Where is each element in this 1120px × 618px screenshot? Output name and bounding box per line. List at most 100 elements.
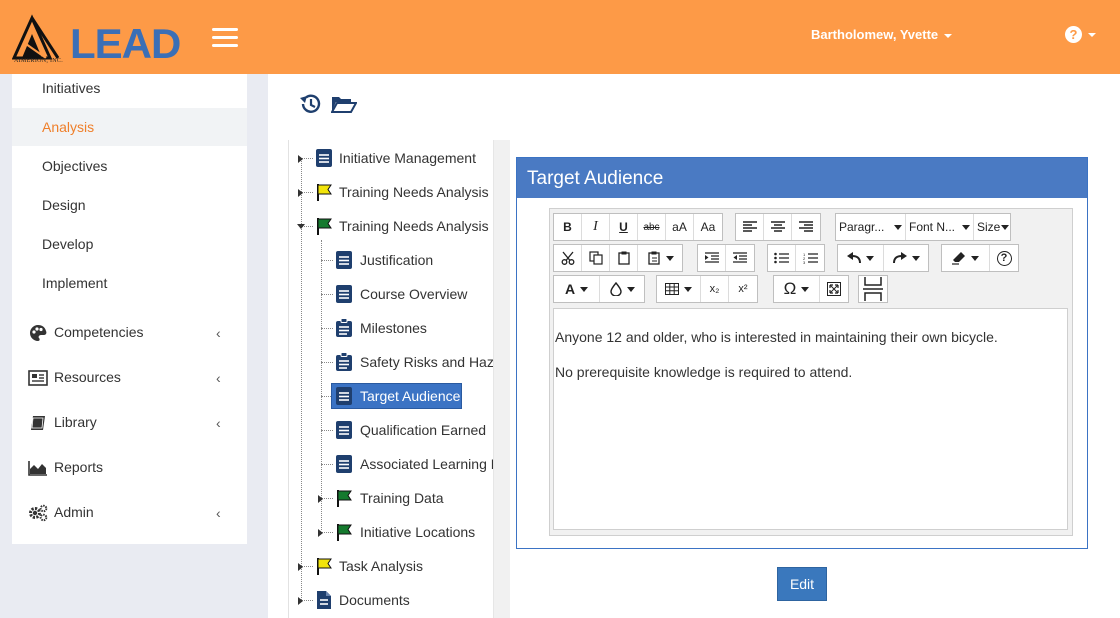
outdent-button[interactable] [726, 245, 754, 271]
tree-node-label: Milestones [360, 320, 427, 336]
align-right-button[interactable] [792, 214, 820, 240]
caret-down-icon [866, 255, 874, 261]
redo-button[interactable] [884, 245, 928, 271]
caret-down-icon [665, 255, 674, 261]
newspaper-icon [28, 370, 48, 386]
special-character-dropdown[interactable]: Ω [774, 276, 820, 302]
font-size-dropdown[interactable]: Size [974, 214, 1010, 240]
fullscreen-button[interactable] [820, 276, 848, 302]
tree-connector [321, 362, 333, 363]
align-left-button[interactable] [736, 214, 764, 240]
indent-toolbar-group [697, 244, 755, 272]
sidebar-item-implement[interactable]: Implement [12, 264, 247, 302]
format-toolbar-group: B I U abc aA Aa [553, 213, 723, 241]
expand-arrow-icon[interactable] [298, 597, 303, 605]
tree-node-label: Target Audience [360, 388, 461, 404]
layout-toolbar-group [858, 275, 888, 303]
tree-scrollbar[interactable] [493, 140, 510, 618]
green-flag-icon [337, 524, 352, 541]
menu-toggle-button[interactable] [212, 28, 238, 48]
sidebar-item-admin[interactable]: Admin ‹ [12, 493, 247, 531]
collapse-arrow-icon[interactable] [297, 224, 305, 229]
sidebar-item-develop[interactable]: Develop [12, 225, 247, 263]
indent-button[interactable] [698, 245, 726, 271]
sidebar-item-analysis[interactable]: Analysis [12, 108, 247, 146]
clear-formatting-button[interactable] [942, 245, 990, 271]
tree-node-label: Qualification Earned [360, 422, 487, 438]
bullet-list-button[interactable] [768, 245, 796, 271]
sidebar-item-label: Competencies [54, 324, 144, 340]
underline-button[interactable]: U [610, 214, 638, 240]
green-flag-icon [337, 490, 352, 507]
align-center-button[interactable] [764, 214, 792, 240]
sidebar-item-label: Library [54, 414, 97, 430]
font-color-dropdown[interactable]: A [554, 276, 600, 302]
hamburger-line [212, 36, 238, 39]
sidebar-item-resources[interactable]: Resources ‹ [12, 358, 247, 396]
folder-open-icon[interactable] [331, 94, 357, 114]
expand-arrow-icon[interactable] [318, 495, 323, 503]
caret-down-icon [580, 286, 589, 292]
sidebar-item-label: Resources [54, 369, 121, 385]
font-color-label: A [564, 281, 576, 297]
tree-connector [321, 260, 333, 261]
superscript-button[interactable]: x² [729, 276, 757, 302]
expand-arrow-icon[interactable] [298, 155, 303, 163]
user-menu[interactable]: Bartholomew, Yvette [811, 27, 953, 42]
initiative-tree[interactable]: Initiative Management Training Needs Ana… [288, 140, 510, 618]
history-icon[interactable] [298, 93, 322, 115]
cut-button[interactable] [554, 245, 582, 271]
paragraph-dropdown[interactable]: Paragr... [836, 214, 906, 240]
subscript-button[interactable]: x₂ [701, 276, 729, 302]
strikethrough-button[interactable]: abc [638, 214, 666, 240]
paste-special-dropdown[interactable] [638, 245, 682, 271]
table-dropdown[interactable] [657, 276, 701, 302]
copy-button[interactable] [582, 245, 610, 271]
expand-arrow-icon[interactable] [318, 529, 323, 537]
sidebar-item-competencies[interactable]: Competencies ‹ [12, 313, 247, 351]
font-name-dropdown[interactable]: Font N... [906, 214, 974, 240]
document-icon [336, 285, 352, 303]
sidebar-item-reports[interactable]: Reports [12, 448, 247, 486]
page-break-button[interactable] [859, 276, 887, 302]
italic-button[interactable]: I [582, 214, 610, 240]
undo-button[interactable] [838, 245, 884, 271]
expand-arrow-icon[interactable] [298, 189, 303, 197]
copy-icon [588, 251, 603, 265]
edit-button[interactable]: Edit [777, 567, 827, 601]
sidebar-item-label: Admin [54, 504, 94, 520]
sidebar-item-design[interactable]: Design [12, 186, 247, 224]
help-menu[interactable]: ? [1065, 26, 1096, 44]
sidebar-item-library[interactable]: Library ‹ [12, 403, 247, 441]
align-left-icon [742, 221, 757, 232]
caret-down-icon [1001, 224, 1010, 230]
expand-arrow-icon[interactable] [298, 563, 303, 571]
editor-content-area[interactable]: Anyone 12 and older, who is interested i… [553, 308, 1068, 530]
sidebar-item-objectives[interactable]: Objectives [12, 147, 247, 185]
caret-down-icon [801, 286, 810, 292]
caret-down-icon [626, 286, 635, 292]
indent-icon [704, 252, 719, 263]
chevron-left-icon: ‹ [216, 415, 221, 431]
list-toolbar-group: 123 [767, 244, 825, 272]
page-break-icon [863, 277, 883, 301]
tools-toolbar-group: ? [941, 244, 1019, 272]
uppercase-button[interactable]: aA [666, 214, 694, 240]
tree-connector [321, 464, 333, 465]
bold-button[interactable]: B [554, 214, 582, 240]
chevron-left-icon: ‹ [216, 505, 221, 521]
fullscreen-icon [827, 282, 841, 296]
sidebar-item-label: Analysis [42, 119, 95, 135]
numbered-list-button[interactable]: 123 [796, 245, 824, 271]
document-icon [316, 149, 332, 167]
tree-connector [321, 328, 333, 329]
caret-down-icon [911, 255, 920, 261]
help-button[interactable]: ? [990, 245, 1018, 271]
highlight-color-dropdown[interactable] [600, 276, 644, 302]
paste-button[interactable] [610, 245, 638, 271]
change-case-button[interactable]: Aa [694, 214, 722, 240]
sidebar-item-initiatives[interactable]: Initiatives [12, 69, 247, 107]
clipboard-paste-icon [617, 251, 630, 265]
content-title: Target Audience [527, 168, 664, 189]
bullet-list-icon [774, 252, 789, 264]
